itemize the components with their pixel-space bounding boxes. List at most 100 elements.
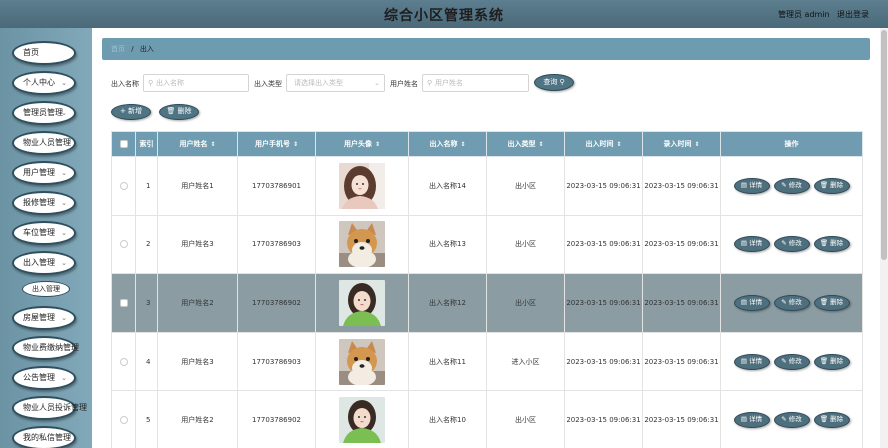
trash-icon: 🗑 [819, 415, 831, 424]
search-icon: ⚲ [148, 79, 154, 87]
sort-icon[interactable]: ⇕ [616, 141, 621, 148]
row-checkbox[interactable] [119, 240, 128, 249]
sidebar-item-label: 物业人员投诉管理 [23, 403, 87, 412]
sidebar-item-staff-complaint-mgmt[interactable]: 物业人员投诉管理 [12, 396, 87, 420]
cell-type: 出小区 [486, 273, 565, 333]
row-checkbox[interactable] [119, 416, 128, 425]
edit-button[interactable]: ✎ 修改 [773, 294, 810, 311]
col-header-phone[interactable]: 用户手机号 ⇕ [237, 131, 316, 157]
sort-icon[interactable]: ⇕ [694, 141, 699, 148]
detail-button[interactable]: ▤ 详情 [733, 236, 770, 253]
inout-name-input[interactable]: ⚲ 出入名称 [143, 74, 249, 92]
col-header-avatar[interactable]: 用户头像 ⇕ [315, 131, 409, 157]
add-button[interactable]: + 新增 [111, 104, 151, 120]
chevron-down-icon: ⌄ [61, 109, 67, 117]
select-all-checkbox[interactable] [119, 140, 128, 148]
sort-icon[interactable]: ⇕ [538, 141, 543, 148]
col-header-time[interactable]: 出入时间 ⇕ [564, 131, 643, 157]
inout-type-select[interactable]: 请选择出入类型 ⌄ [286, 74, 385, 92]
detail-button[interactable]: ▤ 详情 [733, 177, 770, 194]
sidebar-item-property-fee-mgmt[interactable]: 物业费缴纳管理 [12, 336, 79, 360]
chevron-down-icon: ⌄ [61, 199, 67, 207]
col-header-name[interactable]: 用户姓名 ⇕ [157, 131, 238, 157]
sidebar-item-parking-mgmt[interactable]: 车位管理 ⌄ [12, 221, 76, 245]
app-title: 综合小区管理系统 [384, 8, 504, 24]
row-select-cell[interactable] [111, 331, 136, 392]
edit-icon: ✎ [781, 356, 789, 365]
cell-inout-name: 出入名称11 [408, 331, 487, 392]
detail-button[interactable]: ▤ 详情 [733, 412, 770, 429]
sidebar-item-home[interactable]: 首页 [12, 41, 76, 65]
select-all-cell[interactable] [111, 131, 136, 157]
detail-button[interactable]: ▤ 详情 [733, 294, 770, 311]
cell-record-time: 2023-03-15 09:06:31 [642, 273, 721, 333]
sort-icon[interactable]: ⇕ [460, 141, 465, 148]
delete-button[interactable]: 🗑 删除 [813, 412, 850, 429]
cell-index: 4 [135, 331, 158, 392]
sidebar-item-house-mgmt[interactable]: 房屋管理 ⌄ [12, 306, 76, 330]
sidebar-subitem-inout[interactable]: 出入管理 [22, 281, 70, 297]
delete-button[interactable]: 🗑 删除 [813, 177, 850, 194]
avatar [339, 279, 385, 326]
sidebar-item-inout-mgmt[interactable]: 出入管理 ⌄ [12, 251, 76, 275]
sidebar-item-label: 报修管理 [23, 198, 55, 207]
table-row[interactable]: 4 用户姓名3 17703786903 出入名称11 进入小区 2023-03-15 09… [111, 331, 863, 392]
cell-record-time: 2023-03-15 09:06:31 [642, 390, 721, 448]
sidebar-item-property-staff-mgmt[interactable]: 物业人员管理 [12, 131, 76, 155]
edit-button[interactable]: ✎ 修改 [773, 236, 810, 253]
sidebar-item-private-message-mgmt[interactable]: 我的私信管理 [12, 426, 76, 448]
cell-phone: 17703786903 [237, 331, 316, 392]
sidebar-item-label: 出入管理 [23, 258, 55, 267]
cell-type: 出小区 [486, 156, 565, 216]
sidebar-item-notice-mgmt[interactable]: 公告管理 ⌄ [12, 366, 76, 390]
plus-icon: + [119, 107, 126, 115]
admin-user-label: 管理员 admin [778, 10, 830, 19]
cell-user-name: 用户姓名3 [157, 331, 238, 392]
col-header-type[interactable]: 出入类型 ⇕ [486, 131, 565, 157]
edit-button[interactable]: ✎ 修改 [773, 412, 810, 429]
col-header-record-time[interactable]: 录入时间 ⇕ [642, 131, 721, 157]
breadcrumb-home[interactable]: 首页 [111, 45, 125, 53]
sidebar-item-label: 首页 [23, 48, 39, 57]
edit-button[interactable]: ✎ 修改 [773, 177, 810, 194]
row-select-cell[interactable] [111, 390, 136, 448]
scrollbar-thumb[interactable] [881, 30, 887, 260]
sidebar-item-personal-center[interactable]: 个人中心 ⌄ [12, 71, 76, 95]
delete-button[interactable]: 🗑 删除 [813, 353, 850, 370]
table-row[interactable]: 5 用户姓名2 17703786902 出入名称10 出小区 2023-03-15 09:… [111, 390, 863, 448]
sidebar-item-admin-mgmt[interactable]: 管理员管理 ⌄ [12, 101, 76, 125]
row-select-cell[interactable] [111, 273, 136, 333]
delete-button[interactable]: 🗑 删除 [813, 236, 850, 253]
vertical-scrollbar[interactable] [880, 28, 888, 448]
row-select-cell[interactable] [111, 214, 136, 275]
search-icon: ⚲ [427, 79, 433, 87]
row-checkbox[interactable] [119, 357, 128, 366]
sidebar-item-label: 管理员管理 [23, 108, 63, 117]
query-button[interactable]: 查询 ⚲ [534, 74, 574, 91]
table-row[interactable]: 1 用户姓名1 17703786901 出入名称14 出小区 2023-03-15 09:… [111, 156, 863, 216]
sidebar-item-user-mgmt[interactable]: 用户管理 ⌄ [12, 161, 76, 185]
cell-time: 2023-03-15 09:06:31 [564, 273, 643, 333]
sort-icon[interactable]: ⇕ [210, 141, 215, 148]
batch-delete-button[interactable]: 🗑 删除 [159, 104, 199, 120]
row-checkbox[interactable] [119, 181, 128, 190]
col-header-inout-name[interactable]: 出入名称 ⇕ [408, 131, 487, 157]
cell-index: 2 [135, 214, 158, 275]
breadcrumb: 首页 / 出入 [102, 38, 870, 60]
cell-phone: 17703786903 [237, 214, 316, 275]
sidebar-item-repair-mgmt[interactable]: 报修管理 ⌄ [12, 191, 76, 215]
detail-button[interactable]: ▤ 详情 [733, 353, 770, 370]
sort-icon[interactable]: ⇕ [293, 141, 298, 148]
table-row[interactable]: 3 用户姓名2 17703786902 出入名称12 出小区 2023-03-15 09:… [111, 273, 863, 333]
chevron-down-icon: ⌄ [61, 229, 67, 237]
table-row[interactable]: 2 用户姓名3 17703786903 出入名称13 出小区 2023-03-15 09:… [111, 214, 863, 275]
query-label: 查询 [543, 78, 558, 86]
delete-button[interactable]: 🗑 删除 [813, 294, 850, 311]
row-checkbox[interactable] [119, 298, 128, 307]
logout-link[interactable]: 退出登录 [837, 9, 869, 20]
cell-index: 5 [135, 390, 158, 448]
row-select-cell[interactable] [111, 156, 136, 216]
sort-icon[interactable]: ⇕ [375, 141, 380, 148]
edit-button[interactable]: ✎ 修改 [773, 353, 810, 370]
user-name-input[interactable]: ⚲ 用户姓名 [422, 74, 529, 92]
